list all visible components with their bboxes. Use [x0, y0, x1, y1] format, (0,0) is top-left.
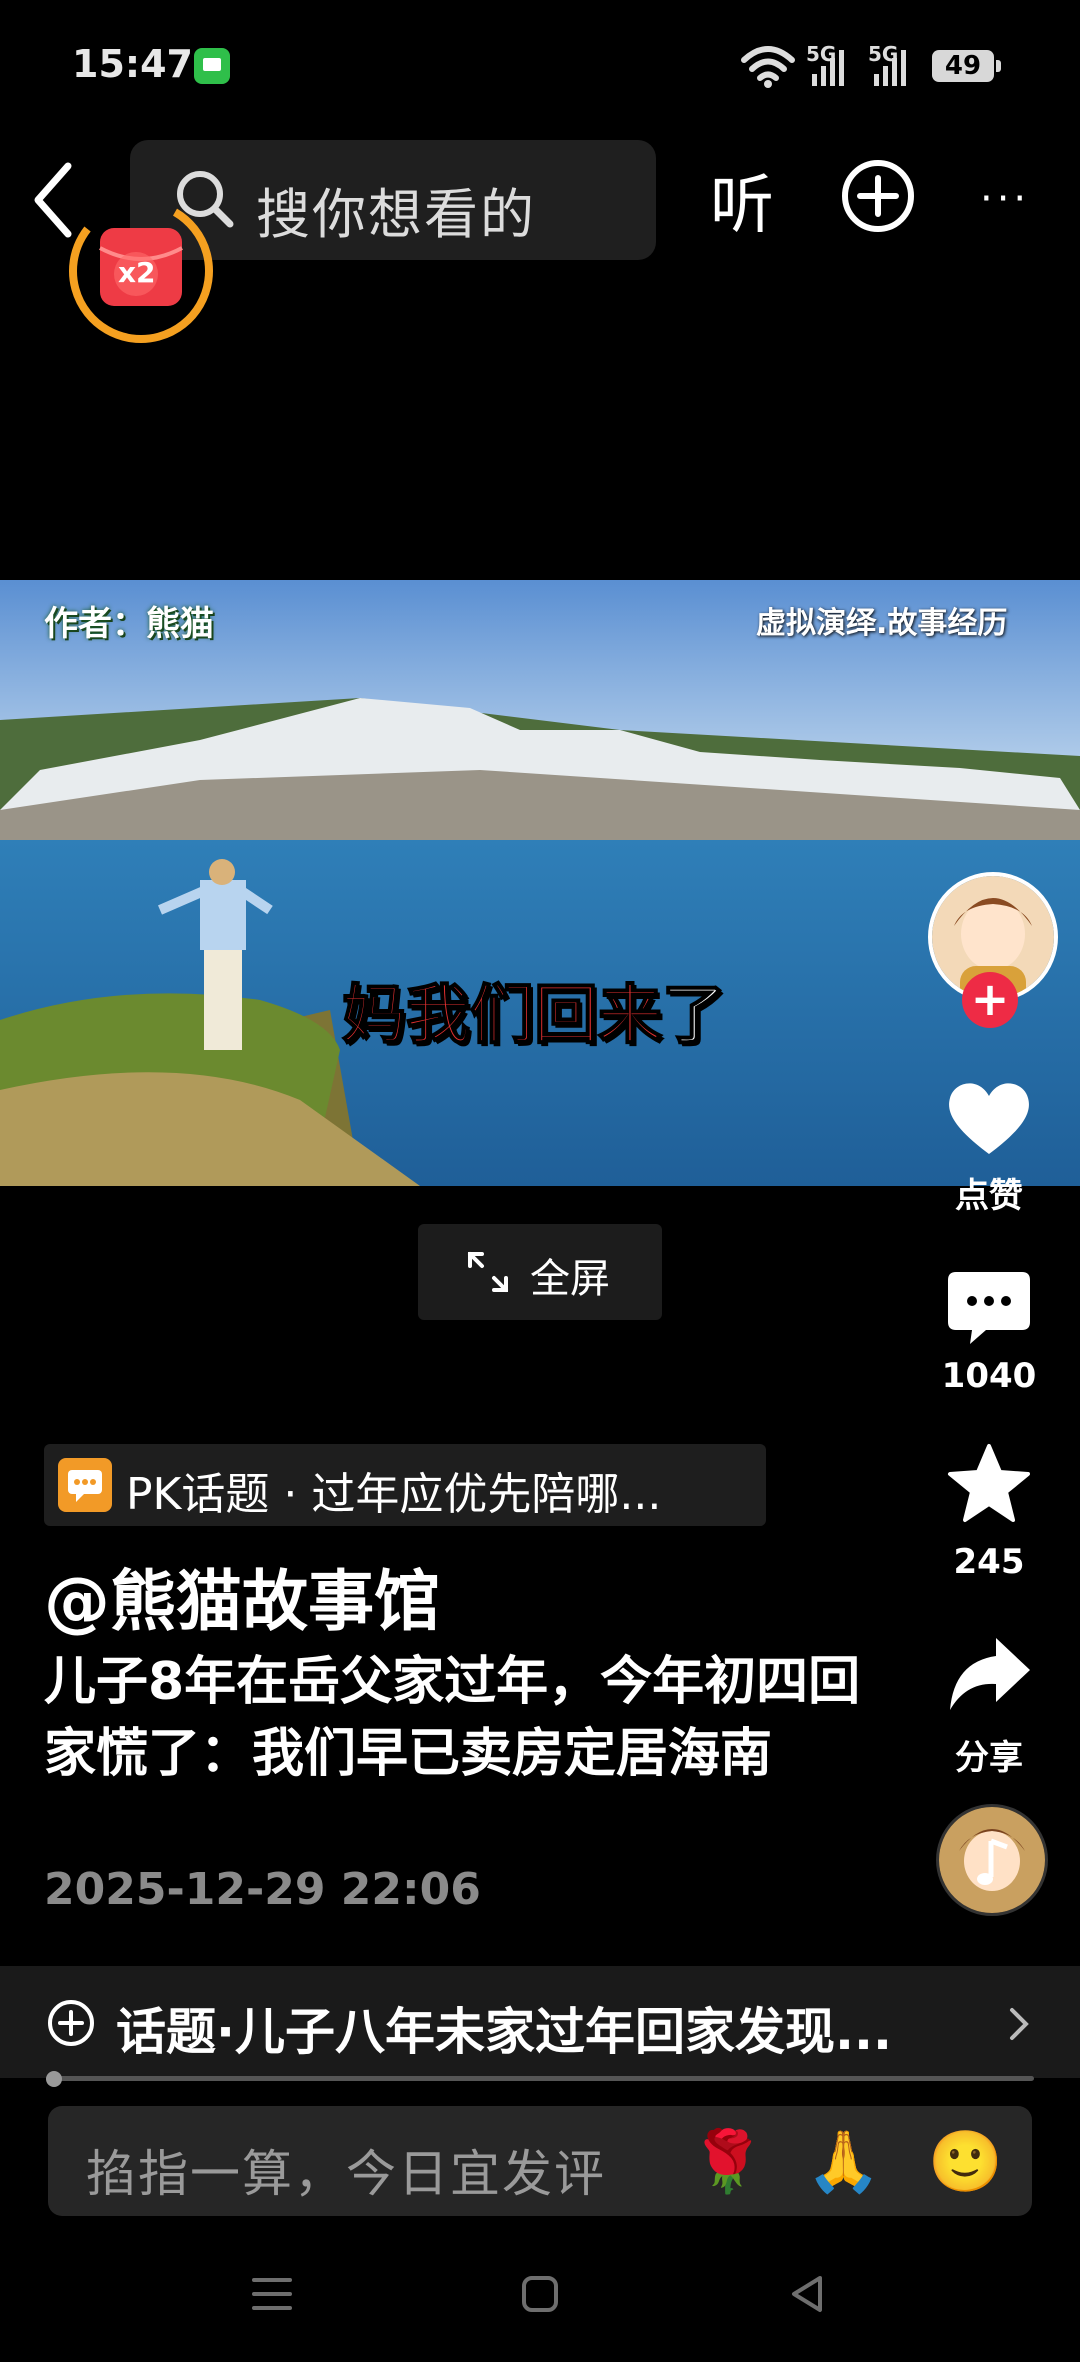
comment-placeholder: 掐指一算，今日宜发评 — [86, 2145, 606, 2203]
red-packet-widget[interactable]: x2 — [66, 196, 216, 346]
battery-icon: 49 — [932, 50, 1001, 82]
expand-icon — [468, 1252, 508, 1292]
subtitle-main: 妈我们回来 — [341, 978, 663, 1054]
comment-count: 1040 — [941, 1356, 1037, 1396]
video-author-watermark: 作者：熊猫 — [44, 604, 214, 644]
wifi-icon — [741, 46, 795, 88]
back-nav-icon[interactable] — [786, 2272, 826, 2316]
music-disc[interactable] — [936, 1804, 1048, 1916]
video-subtitle: 妈我们回来了 — [341, 964, 727, 1056]
search-placeholder: 搜你想看的 — [256, 183, 536, 246]
like-heart-icon[interactable] — [944, 1078, 1034, 1158]
comment-icon[interactable] — [946, 1268, 1032, 1348]
pk-topic-chip[interactable]: PK话题 · 过年应优先陪哪... — [44, 1444, 766, 1526]
video-frame-image — [0, 580, 1080, 1186]
video-player[interactable] — [0, 580, 1080, 1186]
video-progress-track[interactable] — [46, 2076, 1034, 2081]
favorite-count: 245 — [953, 1542, 1025, 1582]
comment-input-bar[interactable]: 掐指一算，今日宜发评 🌹 🙏 🙂 — [48, 2106, 1032, 2216]
rose-emoji-button[interactable]: 🌹 — [690, 2126, 765, 2197]
follow-button[interactable]: + — [962, 972, 1018, 1028]
video-progress-handle[interactable] — [46, 2071, 62, 2087]
signal-bars-icon-2 — [874, 46, 906, 86]
home-nav-icon[interactable] — [518, 2272, 562, 2316]
like-label: 点赞 — [955, 1176, 1023, 1216]
share-arrow-icon[interactable] — [946, 1634, 1032, 1714]
creator-handle[interactable]: @熊猫故事馆 — [44, 1548, 440, 1644]
pk-topic-text: PK话题 · 过年应优先陪哪... — [126, 1469, 662, 1520]
add-button[interactable] — [840, 158, 916, 234]
related-topic-bar[interactable]: 话题·儿子八年未家过年回家发现... — [0, 1966, 1080, 2078]
more-options-button[interactable]: ··· — [980, 176, 1030, 222]
fullscreen-button[interactable]: 全屏 — [418, 1224, 662, 1320]
video-description: 儿子8年在岳父家过年，今年初四回家慌了：我们早已卖房定居海南 — [44, 1652, 861, 1784]
pray-emoji-button[interactable]: 🙏 — [806, 2126, 881, 2197]
multiplier-badge: x2 — [118, 256, 156, 289]
subtitle-end: 了 — [661, 978, 727, 1054]
add-topic-icon — [48, 2000, 94, 2046]
favorite-star-icon[interactable] — [946, 1442, 1032, 1526]
listen-button[interactable]: 听 — [710, 154, 774, 246]
post-date: 2025-12-29 22:06 — [44, 1864, 481, 1915]
status-time: 15:47 — [72, 42, 193, 86]
music-note-icon — [939, 1807, 1045, 1913]
video-disclaimer: 虚拟演绎.故事经历 — [756, 606, 1008, 641]
smile-emoji-button[interactable]: 🙂 — [928, 2126, 1003, 2197]
chevron-right-icon — [1010, 2008, 1029, 2040]
pk-chat-icon — [58, 1458, 112, 1512]
fullscreen-label: 全屏 — [530, 1256, 610, 1302]
signal-bars-icon-1 — [812, 46, 844, 86]
related-topic-text: 话题·儿子八年未家过年回家发现... — [116, 2003, 892, 2061]
menu-nav-icon[interactable] — [250, 2274, 294, 2314]
message-notification-icon — [194, 48, 230, 84]
share-label: 分享 — [955, 1738, 1023, 1778]
